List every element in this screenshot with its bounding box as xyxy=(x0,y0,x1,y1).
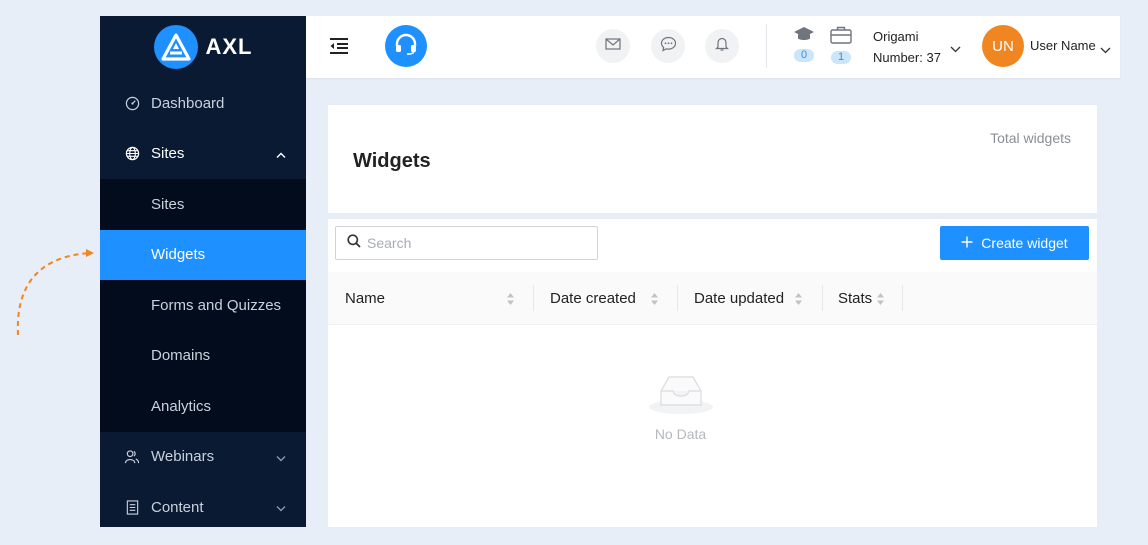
user-name[interactable]: User Name xyxy=(1030,38,1096,53)
bell-icon xyxy=(715,36,729,57)
column-header-date-created[interactable]: Date created xyxy=(550,272,675,325)
sidebar-item-label: Content xyxy=(151,498,204,516)
search-icon xyxy=(347,233,361,253)
menu-collapse-icon[interactable] xyxy=(329,37,349,60)
create-widget-button[interactable]: Create widget xyxy=(940,226,1089,260)
support-button[interactable] xyxy=(385,25,427,67)
annotation-arrow-left xyxy=(16,249,94,336)
widgets-table-card: Create widget Name Date created Date upd… xyxy=(328,219,1097,527)
chat-button[interactable] xyxy=(651,29,685,63)
sidebar-subitem-widgets[interactable]: Widgets xyxy=(100,229,306,280)
chevron-down-icon xyxy=(276,448,286,465)
chevron-up-icon xyxy=(276,145,286,162)
document-icon xyxy=(124,499,140,515)
chevron-down-icon[interactable] xyxy=(950,40,961,58)
logo-triangle-icon xyxy=(153,25,198,69)
mail-icon xyxy=(605,37,621,55)
search-box[interactable] xyxy=(335,226,598,260)
sidebar-item-label: Sites xyxy=(151,195,185,213)
column-header-stats[interactable]: Stats xyxy=(838,272,898,325)
sort-icon xyxy=(506,292,515,310)
column-divider xyxy=(902,285,903,311)
chevron-down-icon xyxy=(276,499,286,516)
column-divider xyxy=(677,285,678,311)
column-header-label: Stats xyxy=(838,290,873,307)
sidebar-item-label: Webinars xyxy=(151,448,215,466)
sort-icon xyxy=(794,292,803,310)
graduation-cap-icon xyxy=(793,26,815,47)
sidebar-item-label: Widgets xyxy=(151,246,206,264)
sidebar-item-label: Analytics xyxy=(151,397,212,415)
page-title: Widgets xyxy=(353,150,431,172)
column-header-date-updated[interactable]: Date updated xyxy=(694,272,819,325)
total-widgets-label: Total widgets xyxy=(990,130,1071,146)
users-icon xyxy=(124,449,140,465)
sidebar-item-sites[interactable]: Sites xyxy=(100,129,306,180)
create-widget-label: Create widget xyxy=(981,235,1068,251)
brand-name: AXL xyxy=(205,34,253,59)
sidebar: AXL Dashboard Sites Sites Widgets Forms … xyxy=(100,16,306,527)
project-selector[interactable]: Origami Number: 37 xyxy=(873,26,941,68)
column-header-name[interactable]: Name xyxy=(345,272,535,325)
top-header: 0 1 Origami Number: 37 UN User Name xyxy=(306,16,1120,78)
headset-icon xyxy=(394,33,418,60)
sort-icon xyxy=(876,292,885,310)
sort-icon xyxy=(650,292,659,310)
sidebar-subitem-forms-and-quizzes[interactable]: Forms and Quizzes xyxy=(100,280,306,331)
column-header-label: Name xyxy=(345,290,386,307)
globe-icon xyxy=(124,146,140,162)
sidebar-item-dashboard[interactable]: Dashboard xyxy=(100,78,306,129)
project-name: Origami xyxy=(873,29,919,44)
search-input[interactable] xyxy=(367,235,587,251)
page-header-card: Widgets Total widgets xyxy=(328,105,1097,213)
projects-count-badge: 1 xyxy=(831,51,851,64)
chat-bubble-icon xyxy=(660,36,677,57)
sidebar-item-label: Dashboard xyxy=(151,94,225,112)
plus-icon xyxy=(961,235,973,251)
brand-logo[interactable]: AXL xyxy=(100,16,306,78)
sidebar-item-label: Sites xyxy=(151,145,185,163)
mail-button[interactable] xyxy=(596,29,630,63)
courses-counter[interactable]: 0 xyxy=(792,26,816,62)
empty-state-text: No Data xyxy=(654,426,707,442)
empty-inbox-icon xyxy=(647,369,715,420)
project-number: Number: 37 xyxy=(873,50,941,65)
empty-state: No Data xyxy=(328,369,1033,442)
sidebar-item-label: Domains xyxy=(151,347,211,365)
projects-counter[interactable]: 1 xyxy=(829,26,853,64)
sites-submenu: Sites Widgets Forms and Quizzes Domains … xyxy=(100,179,306,432)
dashboard-icon xyxy=(124,95,140,111)
avatar[interactable]: UN xyxy=(982,25,1024,67)
briefcase-icon xyxy=(830,26,852,49)
sidebar-item-label: Forms and Quizzes xyxy=(151,296,282,314)
table-header: Name Date created Date updated Stats xyxy=(328,272,1097,325)
column-divider xyxy=(822,285,823,311)
sidebar-subitem-sites[interactable]: Sites xyxy=(100,179,306,230)
sidebar-item-content[interactable]: Content xyxy=(100,482,306,527)
sidebar-subitem-domains[interactable]: Domains xyxy=(100,331,306,382)
courses-count-badge: 0 xyxy=(794,49,814,62)
sidebar-subitem-analytics[interactable]: Analytics xyxy=(100,381,306,432)
header-divider xyxy=(766,24,767,68)
column-header-label: Date created xyxy=(550,290,636,307)
chevron-down-icon[interactable] xyxy=(1100,41,1111,59)
sidebar-item-webinars[interactable]: Webinars xyxy=(100,432,306,483)
notifications-button[interactable] xyxy=(705,29,739,63)
column-divider xyxy=(533,285,534,311)
column-header-label: Date updated xyxy=(694,290,785,307)
